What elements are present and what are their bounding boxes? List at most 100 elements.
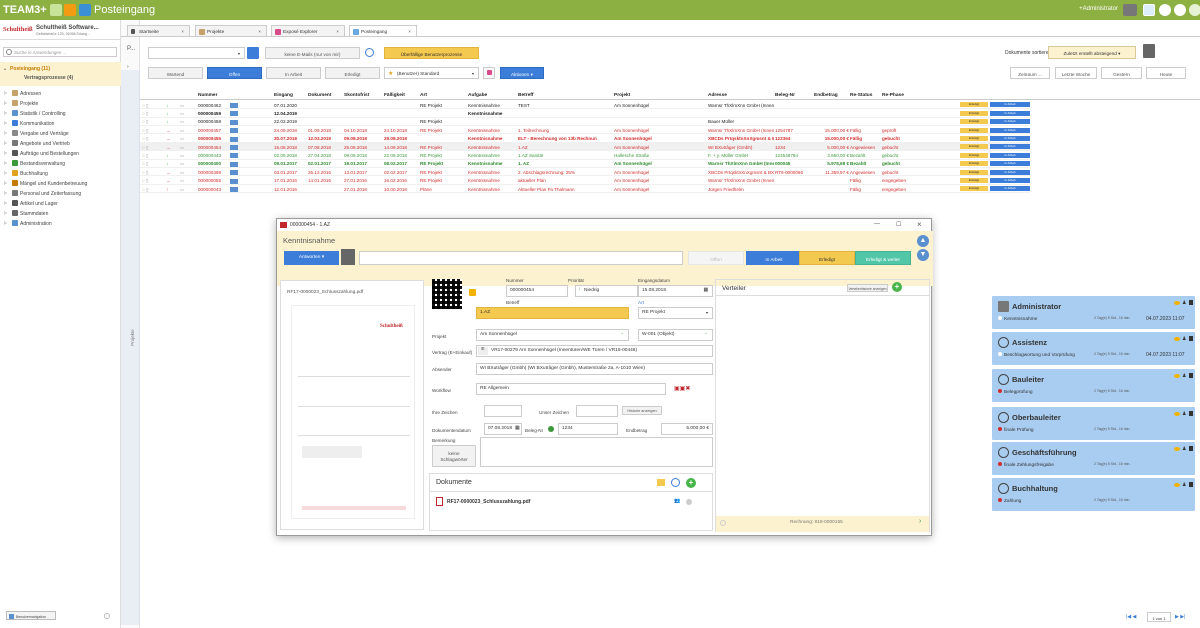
- message-input[interactable]: [359, 251, 683, 265]
- folder-icon[interactable]: [657, 479, 665, 486]
- expand-arrow-icon[interactable]: ▷: [4, 150, 7, 155]
- trash-icon[interactable]: [1189, 373, 1193, 378]
- calendar-icon[interactable]: [1143, 4, 1155, 16]
- status-badge-erledigt[interactable]: Erledigt: [960, 161, 988, 167]
- time-filter-button[interactable]: Letzte Woche: [1055, 67, 1097, 79]
- absender-field[interactable]: WI BXutrâger (Gmbh) (WI BXutrâger (Gmbh)…: [476, 363, 713, 375]
- ihre-zeichen-field[interactable]: [484, 405, 522, 417]
- column-header[interactable]: Dokument: [308, 93, 331, 98]
- status-badge-erledigt[interactable]: Erledigt: [960, 135, 988, 141]
- time-filter-button[interactable]: Heute: [1146, 67, 1186, 79]
- verteiler-card[interactable]: Assistenz Beschlagwortung und Vorprüfung 2…: [992, 332, 1195, 365]
- verteiler-card[interactable]: Bauleiter Belegprüfung 2 Tag(e) 5 Std., 16…: [992, 369, 1195, 402]
- table-row[interactable]: ○ ▯ ↓ ▭ 000000459 12.04.2019 Kenntnisnahme Erl…: [140, 109, 1030, 118]
- user-icon[interactable]: ♟: [1182, 336, 1186, 342]
- checkbox-icon[interactable]: ▭: [180, 161, 184, 167]
- arrow-right-icon[interactable]: →: [619, 331, 624, 336]
- trash-icon[interactable]: [1189, 411, 1193, 416]
- document-file[interactable]: RF17-0000023_Schlusszahlung.pdf: [447, 499, 530, 505]
- reset-filter-button[interactable]: [483, 67, 495, 79]
- tab-startseite[interactable]: Startseite ×: [127, 25, 190, 36]
- status-badge-erledigt[interactable]: Erledigt: [960, 127, 988, 133]
- sort-select[interactable]: Zuletzt erstellt absteigend ▾: [1048, 46, 1136, 59]
- priority-select[interactable]: ↓ Niedrig: [575, 285, 638, 297]
- nav-item[interactable]: ▷ Mängel und Kundenbetreuung: [0, 179, 121, 188]
- user-navigation-button[interactable]: Benutzernavigation: [6, 611, 56, 620]
- expand-arrow-icon[interactable]: ▷: [4, 220, 7, 225]
- user-icon[interactable]: ♟: [1182, 373, 1186, 379]
- avatar[interactable]: [1143, 44, 1155, 58]
- verteiler-card[interactable]: Oberbauleiter finale Prüfung 2 Tag(e) 5 St…: [992, 407, 1195, 440]
- status-badge-in-arbeit[interactable]: In Arbeit: [990, 135, 1030, 141]
- status-offen-button[interactable]: Offen: [207, 67, 262, 79]
- add-recipient-button[interactable]: +: [892, 282, 902, 292]
- checkbox-icon[interactable]: ▭: [180, 119, 184, 125]
- document-preview[interactable]: RF17-0000023_Schlusszahlung.pdf Schulthe…: [280, 280, 424, 530]
- expand-arrow-icon[interactable]: ▷: [4, 210, 7, 215]
- checkbox-icon[interactable]: ▭: [180, 103, 184, 109]
- expand-arrow-icon[interactable]: ▷: [4, 180, 7, 185]
- table-row[interactable]: ○ ▯ ↓ ▭ 000000400 09.01.2017 02.01.2017 19.01.…: [140, 160, 1030, 168]
- task-vertragsprozesse[interactable]: Vertragsprozesse (4): [24, 75, 73, 81]
- status-badge-in-arbeit[interactable]: In Arbeit: [990, 102, 1030, 108]
- status-badge-erledigt[interactable]: Erledigt: [960, 119, 988, 125]
- projekt-field[interactable]: Am Sonnenhügel →: [476, 329, 629, 341]
- column-header[interactable]: Art: [420, 93, 427, 98]
- column-header[interactable]: Endbetrag: [814, 93, 838, 98]
- calendar-icon[interactable]: ▦: [515, 425, 520, 431]
- time-filter-button[interactable]: Zeitraum ...: [1010, 67, 1050, 79]
- actions-button[interactable]: Aktionen ▾: [500, 67, 544, 79]
- expand-arrow-icon[interactable]: ▷: [4, 200, 7, 205]
- nav-item[interactable]: ▷ Buchhaltung: [0, 169, 121, 178]
- status-in-arbeit-button[interactable]: In Arbeit: [746, 251, 802, 265]
- email-filter-button[interactable]: keine E-Mails (nur von mir): [265, 47, 360, 59]
- checkbox-icon[interactable]: ▭: [180, 170, 184, 176]
- column-header[interactable]: Betreff: [518, 93, 533, 98]
- status-badge-in-arbeit[interactable]: In Arbeit: [990, 186, 1030, 192]
- expand-arrow-icon[interactable]: ▷: [4, 190, 7, 195]
- user-icon[interactable]: ♟: [1182, 446, 1186, 452]
- expand-arrow-icon[interactable]: ▷: [4, 110, 7, 115]
- settings-icon[interactable]: [1159, 4, 1171, 16]
- checkbox-icon[interactable]: ▭: [180, 136, 184, 142]
- nav-item[interactable]: ▷ Statistik / Controlling: [0, 109, 121, 118]
- user-name[interactable]: +Administrator: [1079, 6, 1118, 12]
- column-header[interactable]: Adresse: [708, 93, 727, 98]
- close-icon[interactable]: ×: [181, 29, 184, 34]
- expand-arrow-icon[interactable]: ▷: [4, 160, 7, 165]
- notes-icon[interactable]: [64, 4, 76, 16]
- first-page-button[interactable]: |◀ ◀: [1126, 614, 1136, 620]
- status-badge-erledigt[interactable]: Erledigt: [960, 152, 988, 158]
- minimize-button[interactable]: —: [874, 221, 880, 227]
- status-badge-in-arbeit[interactable]: In Arbeit: [990, 152, 1030, 158]
- status-erledigt-button[interactable]: Erledigt: [325, 67, 380, 79]
- beleg-nr-field[interactable]: 1234: [558, 423, 618, 435]
- task-posteingang[interactable]: Posteingang (11): [10, 66, 50, 72]
- trash-icon[interactable]: [1189, 446, 1193, 451]
- nav-item[interactable]: ▷ Projekte: [0, 99, 121, 108]
- bemerkung-field[interactable]: [480, 437, 713, 467]
- expand-arrow-icon[interactable]: ▷: [4, 170, 7, 175]
- column-header[interactable]: Projekt: [614, 93, 630, 98]
- status-badge-in-arbeit[interactable]: In Arbeit: [990, 169, 1030, 175]
- user-icon[interactable]: ♟: [1182, 300, 1186, 306]
- table-row[interactable]: ○ ▯ → ▭ 000000055 17.01.2016 14.01.2016 27.01.…: [140, 177, 1030, 185]
- table-row[interactable]: ○ ▯ → ▭ 000000455 30.07.2018 12.03.2019 09.08.…: [140, 135, 1030, 143]
- history-button[interactable]: Historie anzeigen: [622, 406, 662, 415]
- arrow-up-icon[interactable]: ▲: [917, 235, 929, 247]
- checkbox-icon[interactable]: ▭: [180, 153, 184, 159]
- nav-item[interactable]: ▷ Artikel und Lager: [0, 199, 121, 208]
- status-in-arbeit-button[interactable]: In Arbeit: [266, 67, 321, 79]
- verteiler-card[interactable]: Geschäftsführung finale Zahlungsfreigabe 2…: [992, 442, 1195, 475]
- time-filter-button[interactable]: Gestern: [1101, 67, 1142, 79]
- status-badge-in-arbeit[interactable]: In Arbeit: [990, 161, 1030, 167]
- status-badge-in-arbeit[interactable]: In Arbeit: [990, 177, 1030, 183]
- tab-projekte[interactable]: Projekte ×: [195, 25, 267, 36]
- checkbox-icon[interactable]: ▭: [180, 187, 184, 193]
- nav-item[interactable]: ▷ Vergabe und Verträge: [0, 129, 121, 138]
- status-erledigt-weiter-button[interactable]: Erledigt & weiter: [855, 251, 911, 265]
- close-icon[interactable]: ×: [408, 29, 411, 34]
- checkbox-icon[interactable]: ▭: [180, 128, 184, 134]
- column-header[interactable]: Aufgabe: [468, 93, 487, 98]
- table-row[interactable]: ○ ▯ → ▭ 000000454 15.08.2018 07.08.2018 25.08.…: [140, 143, 1030, 152]
